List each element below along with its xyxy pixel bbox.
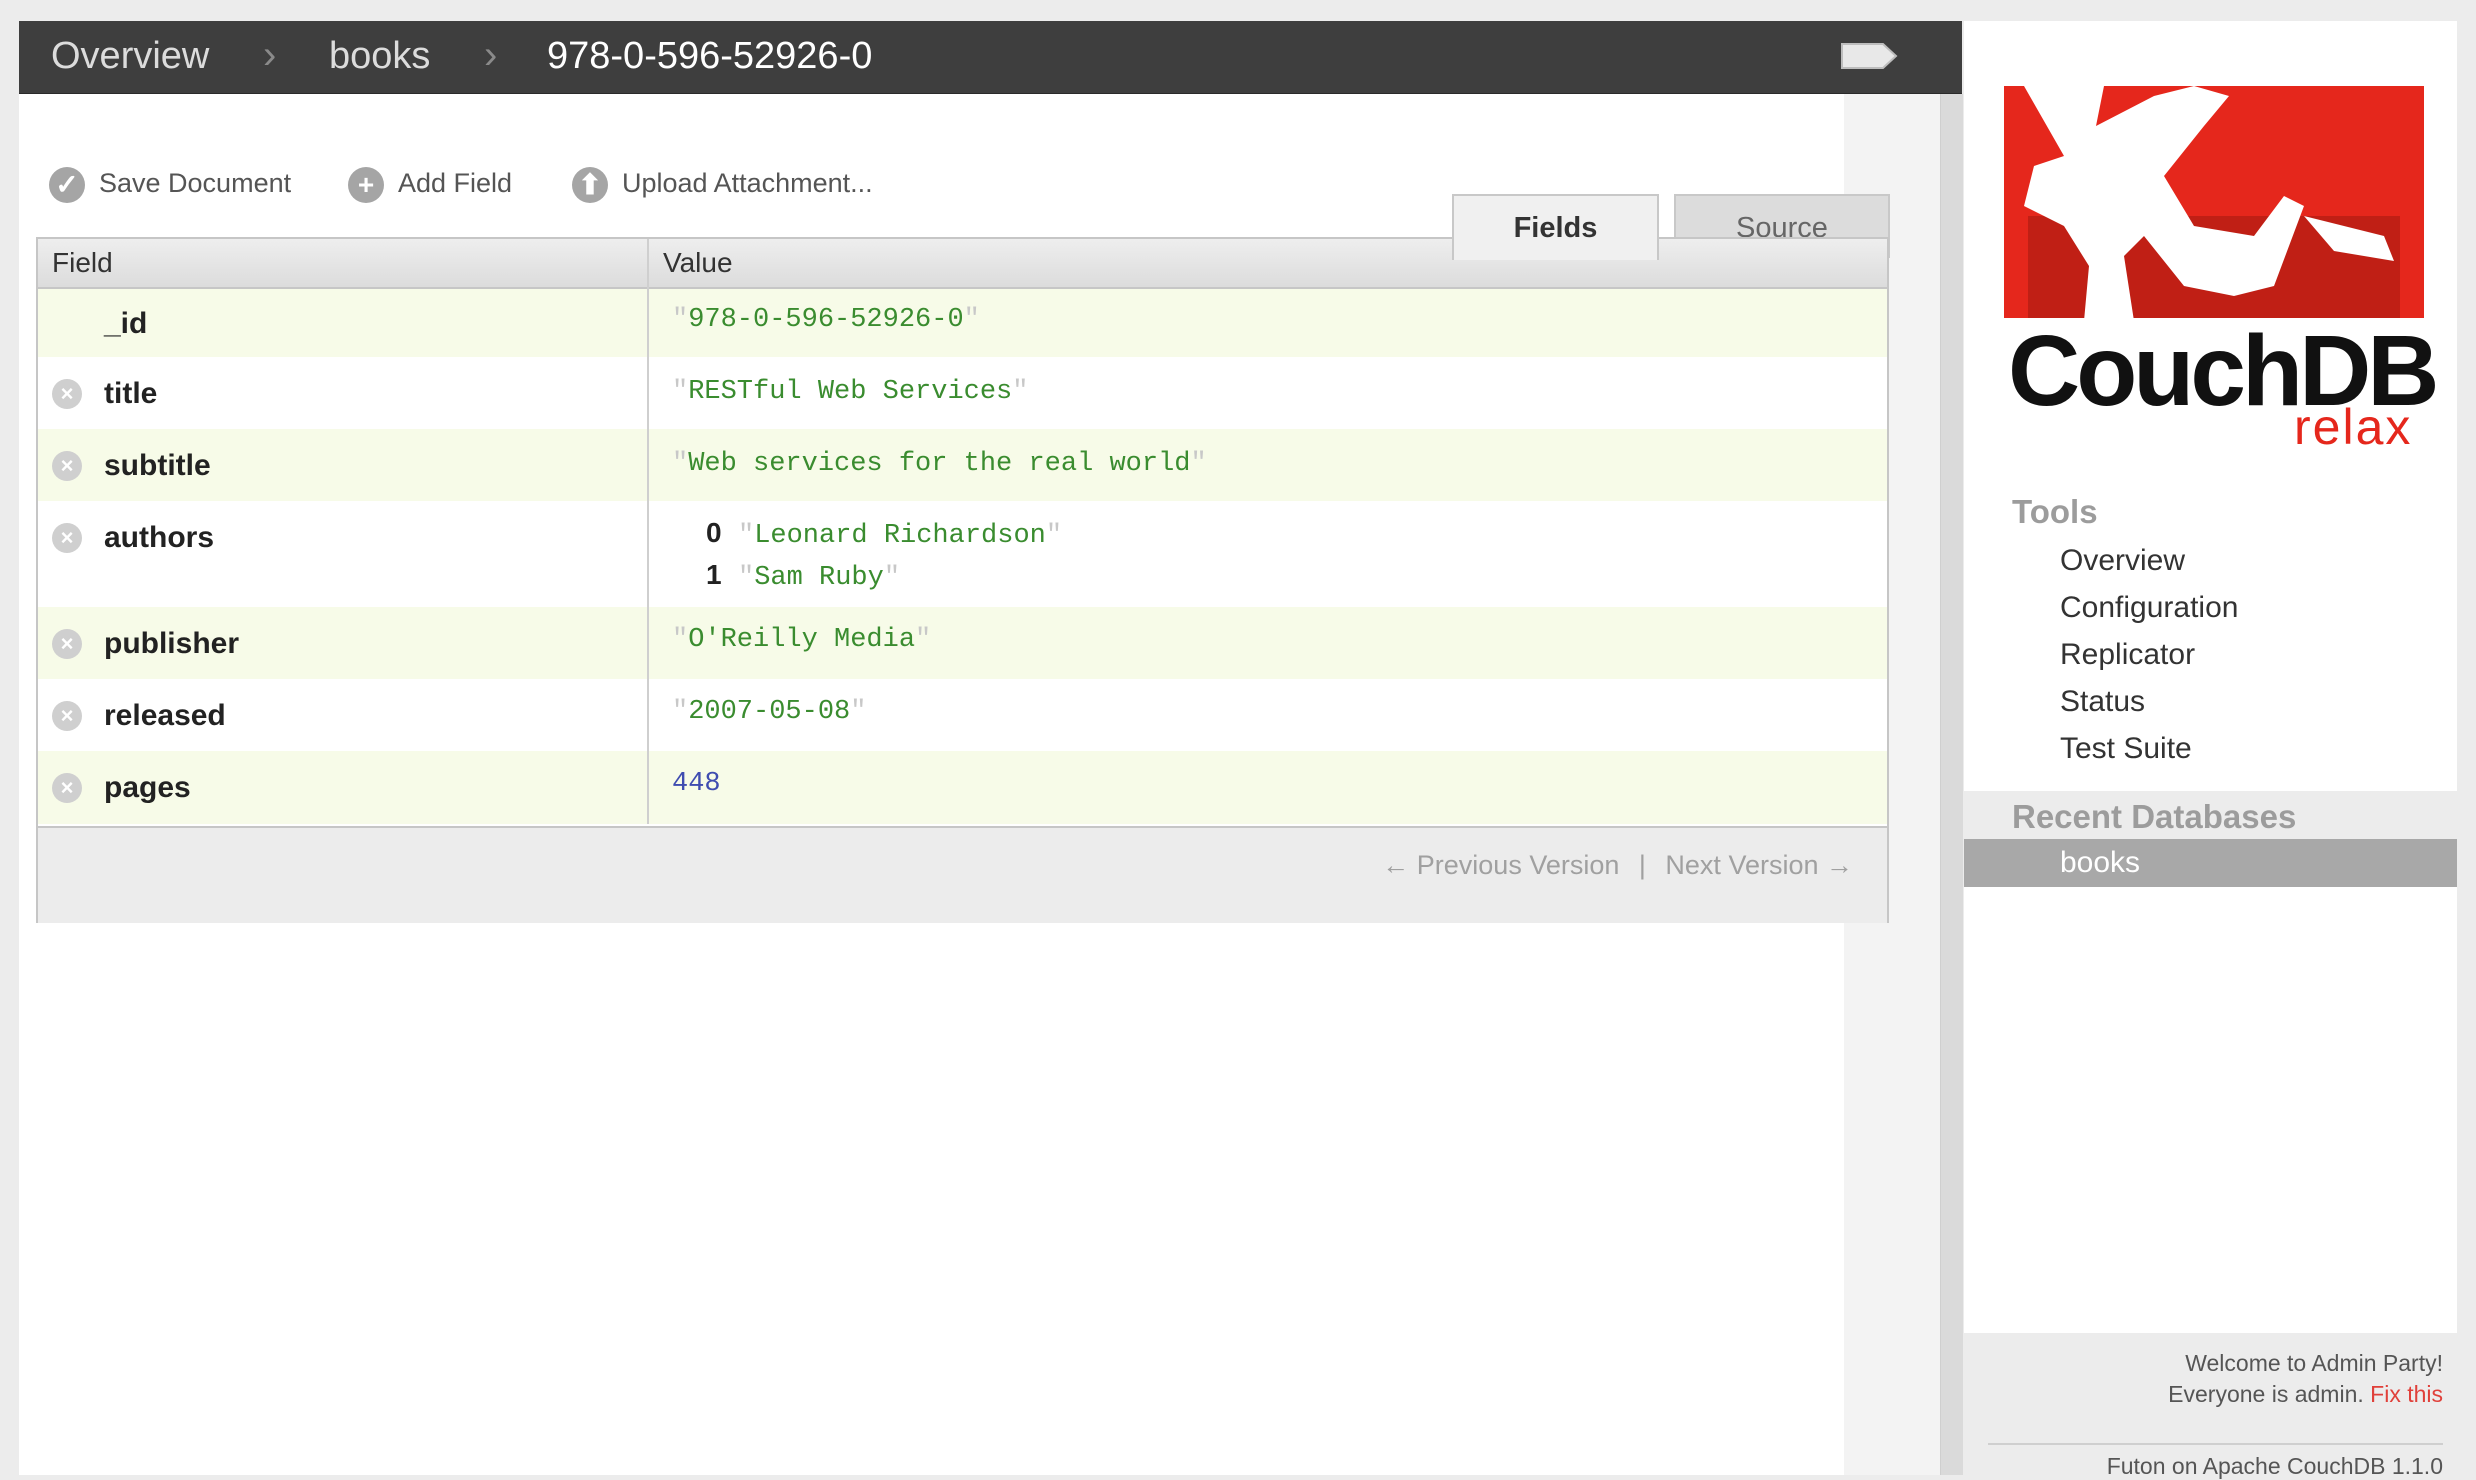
splitter[interactable] [1940, 94, 1963, 1475]
admin-note: Everyone is admin. Fix this [2168, 1381, 2443, 1407]
field-value[interactable]: "RESTful Web Services" [672, 377, 1028, 407]
field-key[interactable]: _id [104, 307, 147, 341]
field-key[interactable]: pages [104, 771, 191, 805]
table-footer: ← Previous Version | Next Version → [38, 826, 1887, 923]
breadcrumb-separator: › [484, 33, 498, 77]
recent-database-label: books [2060, 846, 2141, 879]
tag-icon[interactable] [1839, 41, 1899, 71]
remove-circle-icon[interactable]: × [52, 379, 82, 409]
version-pager: ← Previous Version | Next Version → [1376, 828, 1859, 902]
pager-divider: | [1638, 850, 1646, 880]
table-row: × released "2007-05-08" [38, 679, 1887, 751]
column-header-value: Value [663, 247, 733, 278]
sidebar-item-books[interactable]: books [1964, 839, 2457, 887]
table-row: _id "978-0-596-52926-0" [38, 289, 1887, 357]
field-value[interactable]: "2007-05-08" [672, 697, 866, 727]
sidebar-item-status[interactable]: Status [2060, 685, 2145, 719]
sidebar-item-configuration[interactable]: Configuration [2060, 591, 2238, 625]
tools-heading: Tools [2012, 493, 2098, 530]
field-value[interactable]: "O'Reilly Media" [672, 625, 931, 655]
table-row: × authors 0 "Leonard Richardson" 1 "Sam Ru… [38, 501, 1887, 607]
breadcrumb-database[interactable]: books [329, 31, 430, 81]
field-key[interactable]: title [104, 377, 157, 411]
upload-attachment-button[interactable]: ⬆ Upload Attachment... [572, 161, 873, 205]
table-row: × publisher "O'Reilly Media" [38, 607, 1887, 679]
field-value[interactable]: 448 [672, 769, 721, 799]
breadcrumb: Overview › books › 978-0-596-52926-0 [19, 21, 1962, 94]
array-item[interactable]: 1 "Sam Ruby" [706, 559, 900, 593]
couchdb-logo [2004, 86, 2424, 321]
save-document-label: Save Document [99, 168, 292, 198]
add-field-label: Add Field [398, 168, 513, 198]
sidebar-item-test-suite[interactable]: Test Suite [2060, 732, 2192, 766]
remove-circle-icon[interactable]: × [52, 451, 82, 481]
remove-circle-icon[interactable]: × [52, 701, 82, 731]
remove-circle-icon[interactable]: × [52, 773, 82, 803]
fix-this-link[interactable]: Fix this [2370, 1381, 2443, 1407]
upload-attachment-label: Upload Attachment... [622, 168, 873, 198]
table-row: × title "RESTful Web Services" [38, 357, 1887, 429]
field-key[interactable]: authors [104, 521, 214, 555]
previous-version-link[interactable]: ← Previous Version [1382, 850, 1619, 880]
sidebar-item-overview[interactable]: Overview [2060, 544, 2185, 578]
field-value[interactable]: "978-0-596-52926-0" [672, 305, 980, 335]
document-fields-table: Field Value _id "978-0-596-52926-0" × ti… [36, 237, 1889, 923]
remove-circle-icon[interactable]: × [52, 629, 82, 659]
recent-databases-heading: Recent Databases [2012, 798, 2297, 835]
field-key[interactable]: subtitle [104, 449, 211, 483]
logo-tagline: relax [2294, 399, 2413, 455]
field-key[interactable]: publisher [104, 627, 239, 661]
breadcrumb-separator: › [263, 33, 277, 77]
plus-circle-icon: + [348, 166, 384, 203]
field-value[interactable]: "Web services for the real world" [672, 449, 1207, 479]
next-version-link[interactable]: Next Version → [1665, 850, 1853, 880]
save-document-button[interactable]: ✓ Save Document [49, 161, 291, 205]
tab-fields[interactable]: Fields [1452, 194, 1659, 260]
sidebar-item-replicator[interactable]: Replicator [2060, 638, 2195, 672]
add-field-button[interactable]: + Add Field [348, 161, 512, 205]
table-row: × subtitle "Web services for the real wo… [38, 429, 1887, 501]
column-divider [647, 239, 649, 824]
main-panel: Overview › books › 978-0-596-52926-0 ✓ Sa… [19, 21, 1963, 1475]
check-circle-icon: ✓ [49, 166, 85, 203]
recent-databases-header: Recent Databases [1964, 791, 2457, 843]
welcome-text: Welcome to Admin Party! [2185, 1350, 2443, 1376]
remove-circle-icon[interactable]: × [52, 523, 82, 553]
array-item[interactable]: 0 "Leonard Richardson" [706, 517, 1062, 551]
breadcrumb-overview[interactable]: Overview [51, 31, 209, 81]
version-text: Futon on Apache CouchDB 1.1.0 [2106, 1453, 2443, 1479]
table-row: × pages 448 [38, 751, 1887, 824]
field-key[interactable]: released [104, 699, 226, 733]
footer-divider [1988, 1443, 2443, 1445]
sidebar-footer: Welcome to Admin Party! Everyone is admi… [1964, 1333, 2457, 1479]
sidebar: CouchDB relax Tools Overview Configurati… [1964, 21, 2457, 1479]
column-header-field: Field [52, 247, 113, 278]
upload-circle-icon: ⬆ [572, 166, 608, 203]
breadcrumb-document: 978-0-596-52926-0 [547, 35, 873, 77]
